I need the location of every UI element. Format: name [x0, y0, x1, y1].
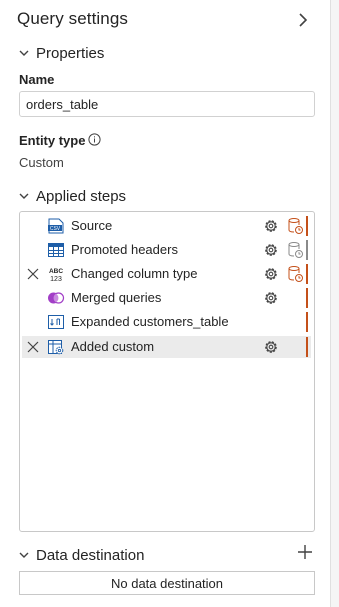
step-label: Source — [71, 218, 113, 233]
data-destination-box[interactable]: No data destination — [19, 571, 315, 595]
step-status-bar — [306, 264, 308, 284]
csv-icon: CSV — [48, 218, 64, 234]
step-status-bar — [306, 216, 308, 236]
database-clock-icon — [288, 218, 303, 234]
custom-column-icon — [48, 340, 64, 355]
table-icon — [48, 243, 64, 257]
step-status-bar — [306, 240, 308, 260]
step-status-bar — [306, 312, 308, 332]
gear-icon[interactable] — [262, 241, 280, 259]
step-label: Added custom — [71, 339, 155, 354]
name-label: Name — [19, 72, 55, 87]
add-icon[interactable] — [297, 544, 313, 560]
step-label: Promoted headers — [71, 242, 178, 257]
step-changed-column-type[interactable]: ABC 123 Changed column type — [22, 263, 311, 285]
svg-text:ABC: ABC — [49, 268, 63, 275]
step-expanded-customers-table[interactable]: Expanded customers_table — [22, 311, 311, 333]
step-label: Merged queries — [71, 290, 162, 305]
data-destination-section-toggle[interactable]: Data destination — [17, 545, 144, 565]
step-status-bar — [306, 337, 308, 357]
svg-text:123: 123 — [50, 276, 62, 282]
expand-column-icon — [48, 315, 64, 329]
chevron-down-icon — [19, 50, 29, 56]
step-promoted-headers[interactable]: Promoted headers — [22, 239, 311, 261]
entity-type-label: Entity type — [19, 133, 86, 148]
svg-text:CSV: CSV — [50, 226, 61, 232]
database-clock-icon — [288, 242, 303, 258]
query-settings-panel: Query settings Properties Name Entity ty… — [0, 0, 331, 607]
panel-title: Query settings — [17, 9, 129, 28]
gear-icon[interactable] — [262, 289, 280, 307]
close-icon[interactable] — [27, 341, 39, 353]
info-icon[interactable] — [88, 133, 101, 146]
chevron-right-icon[interactable] — [295, 11, 311, 29]
entity-type-value: Custom — [19, 155, 64, 170]
properties-section-label: Properties — [36, 44, 105, 62]
step-status-bar — [306, 288, 308, 308]
database-clock-icon — [288, 266, 303, 282]
close-icon[interactable] — [27, 268, 39, 280]
step-label: Changed column type — [71, 266, 198, 281]
chevron-down-icon — [19, 193, 29, 199]
gear-icon[interactable] — [262, 265, 280, 283]
step-merged-queries[interactable]: Merged queries — [22, 287, 311, 309]
abc-123-icon: ABC 123 — [49, 268, 63, 282]
applied-steps-section-label: Applied steps — [36, 187, 127, 205]
chevron-down-icon — [19, 552, 29, 558]
panel-header: Query settings — [17, 9, 317, 33]
step-source[interactable]: CSV Source — [22, 215, 311, 237]
properties-section-toggle[interactable]: Properties — [17, 43, 104, 63]
data-destination-section-label: Data destination — [36, 546, 145, 564]
name-input[interactable] — [19, 91, 315, 117]
merge-icon — [48, 292, 65, 304]
data-destination-value: No data destination — [110, 575, 224, 591]
gear-icon[interactable] — [262, 217, 280, 235]
gear-icon[interactable] — [262, 338, 280, 356]
step-added-custom[interactable]: Added custom — [22, 336, 311, 358]
applied-steps-section-toggle[interactable]: Applied steps — [17, 186, 126, 206]
step-label: Expanded customers_table — [71, 314, 229, 329]
applied-steps-list: CSV Source Promoted headers ABC 123 Chan… — [19, 211, 315, 532]
